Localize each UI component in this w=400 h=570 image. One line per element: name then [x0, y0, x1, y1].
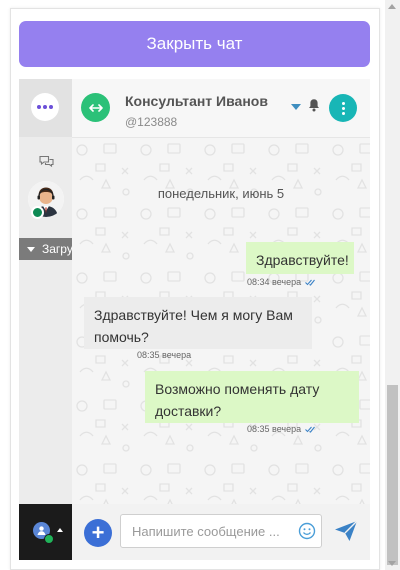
send-icon[interactable] [334, 520, 358, 542]
left-rail: Загрузить [19, 79, 73, 504]
scrollbar-thumb[interactable] [387, 385, 398, 565]
menu-dots-icon[interactable] [31, 93, 59, 121]
date-separator: понедельник, июнь 5 [157, 186, 285, 201]
message-time: 08:35 вечера [137, 350, 192, 360]
message-input[interactable] [120, 514, 322, 548]
scroll-down-arrow-icon[interactable] [388, 561, 396, 566]
chevron-down-icon [27, 246, 35, 252]
online-status-dot [44, 534, 54, 544]
contact-avatar[interactable] [81, 93, 110, 122]
page-scrollbar[interactable] [385, 0, 400, 570]
message-meta: 08:35 вечера [137, 350, 191, 360]
chat-widget: Закрыть чат Загрузить [10, 8, 380, 570]
plus-icon[interactable]: + [84, 519, 112, 547]
message-meta: 08:35 вечера [247, 424, 316, 434]
chevron-down-icon[interactable] [291, 104, 301, 110]
scroll-up-arrow-icon[interactable] [388, 4, 396, 9]
emoji-icon[interactable] [298, 522, 316, 540]
message-bubble-incoming[interactable]: Здравствуйте! Чем я могу Вам помочь? [84, 297, 312, 349]
bell-icon[interactable] [308, 98, 320, 112]
check-double-icon [305, 426, 316, 433]
chevron-up-icon [57, 528, 63, 532]
message-bubble-outgoing[interactable]: Здравствуйте! [246, 242, 354, 274]
contact-id: @123888 [125, 115, 178, 129]
chat-bubbles-icon[interactable] [39, 155, 54, 168]
message-text: Возможно поменять дату доставки? [155, 381, 320, 419]
message-bubble-outgoing[interactable]: Возможно поменять дату доставки? [145, 371, 359, 423]
message-meta: 08:34 вечера [247, 277, 316, 287]
composer-bar: + [19, 504, 370, 560]
message-text: Здравствуйте! Чем я могу Вам помочь? [94, 307, 293, 345]
contact-name: Консультант Иванов [125, 93, 268, 109]
user-status-button[interactable] [19, 504, 72, 560]
rail-menu-area [19, 79, 72, 137]
check-double-icon [305, 279, 316, 286]
upload-tooltip[interactable]: Загрузить [19, 238, 73, 260]
agent-online-status [31, 206, 44, 219]
swap-arrows-icon [88, 103, 103, 112]
message-text: Здравствуйте! [256, 252, 349, 268]
close-chat-button[interactable]: Закрыть чат [19, 21, 370, 67]
upload-tooltip-label: Загрузить [42, 242, 73, 256]
message-list[interactable]: понедельник, июнь 5 Здравствуйте! 08:34 … [72, 138, 370, 504]
chat-header: Консультант Иванов @123888 [72, 79, 370, 138]
message-time: 08:35 вечера [247, 424, 302, 434]
message-time: 08:34 вечера [247, 277, 302, 287]
more-vertical-icon[interactable] [329, 94, 357, 122]
